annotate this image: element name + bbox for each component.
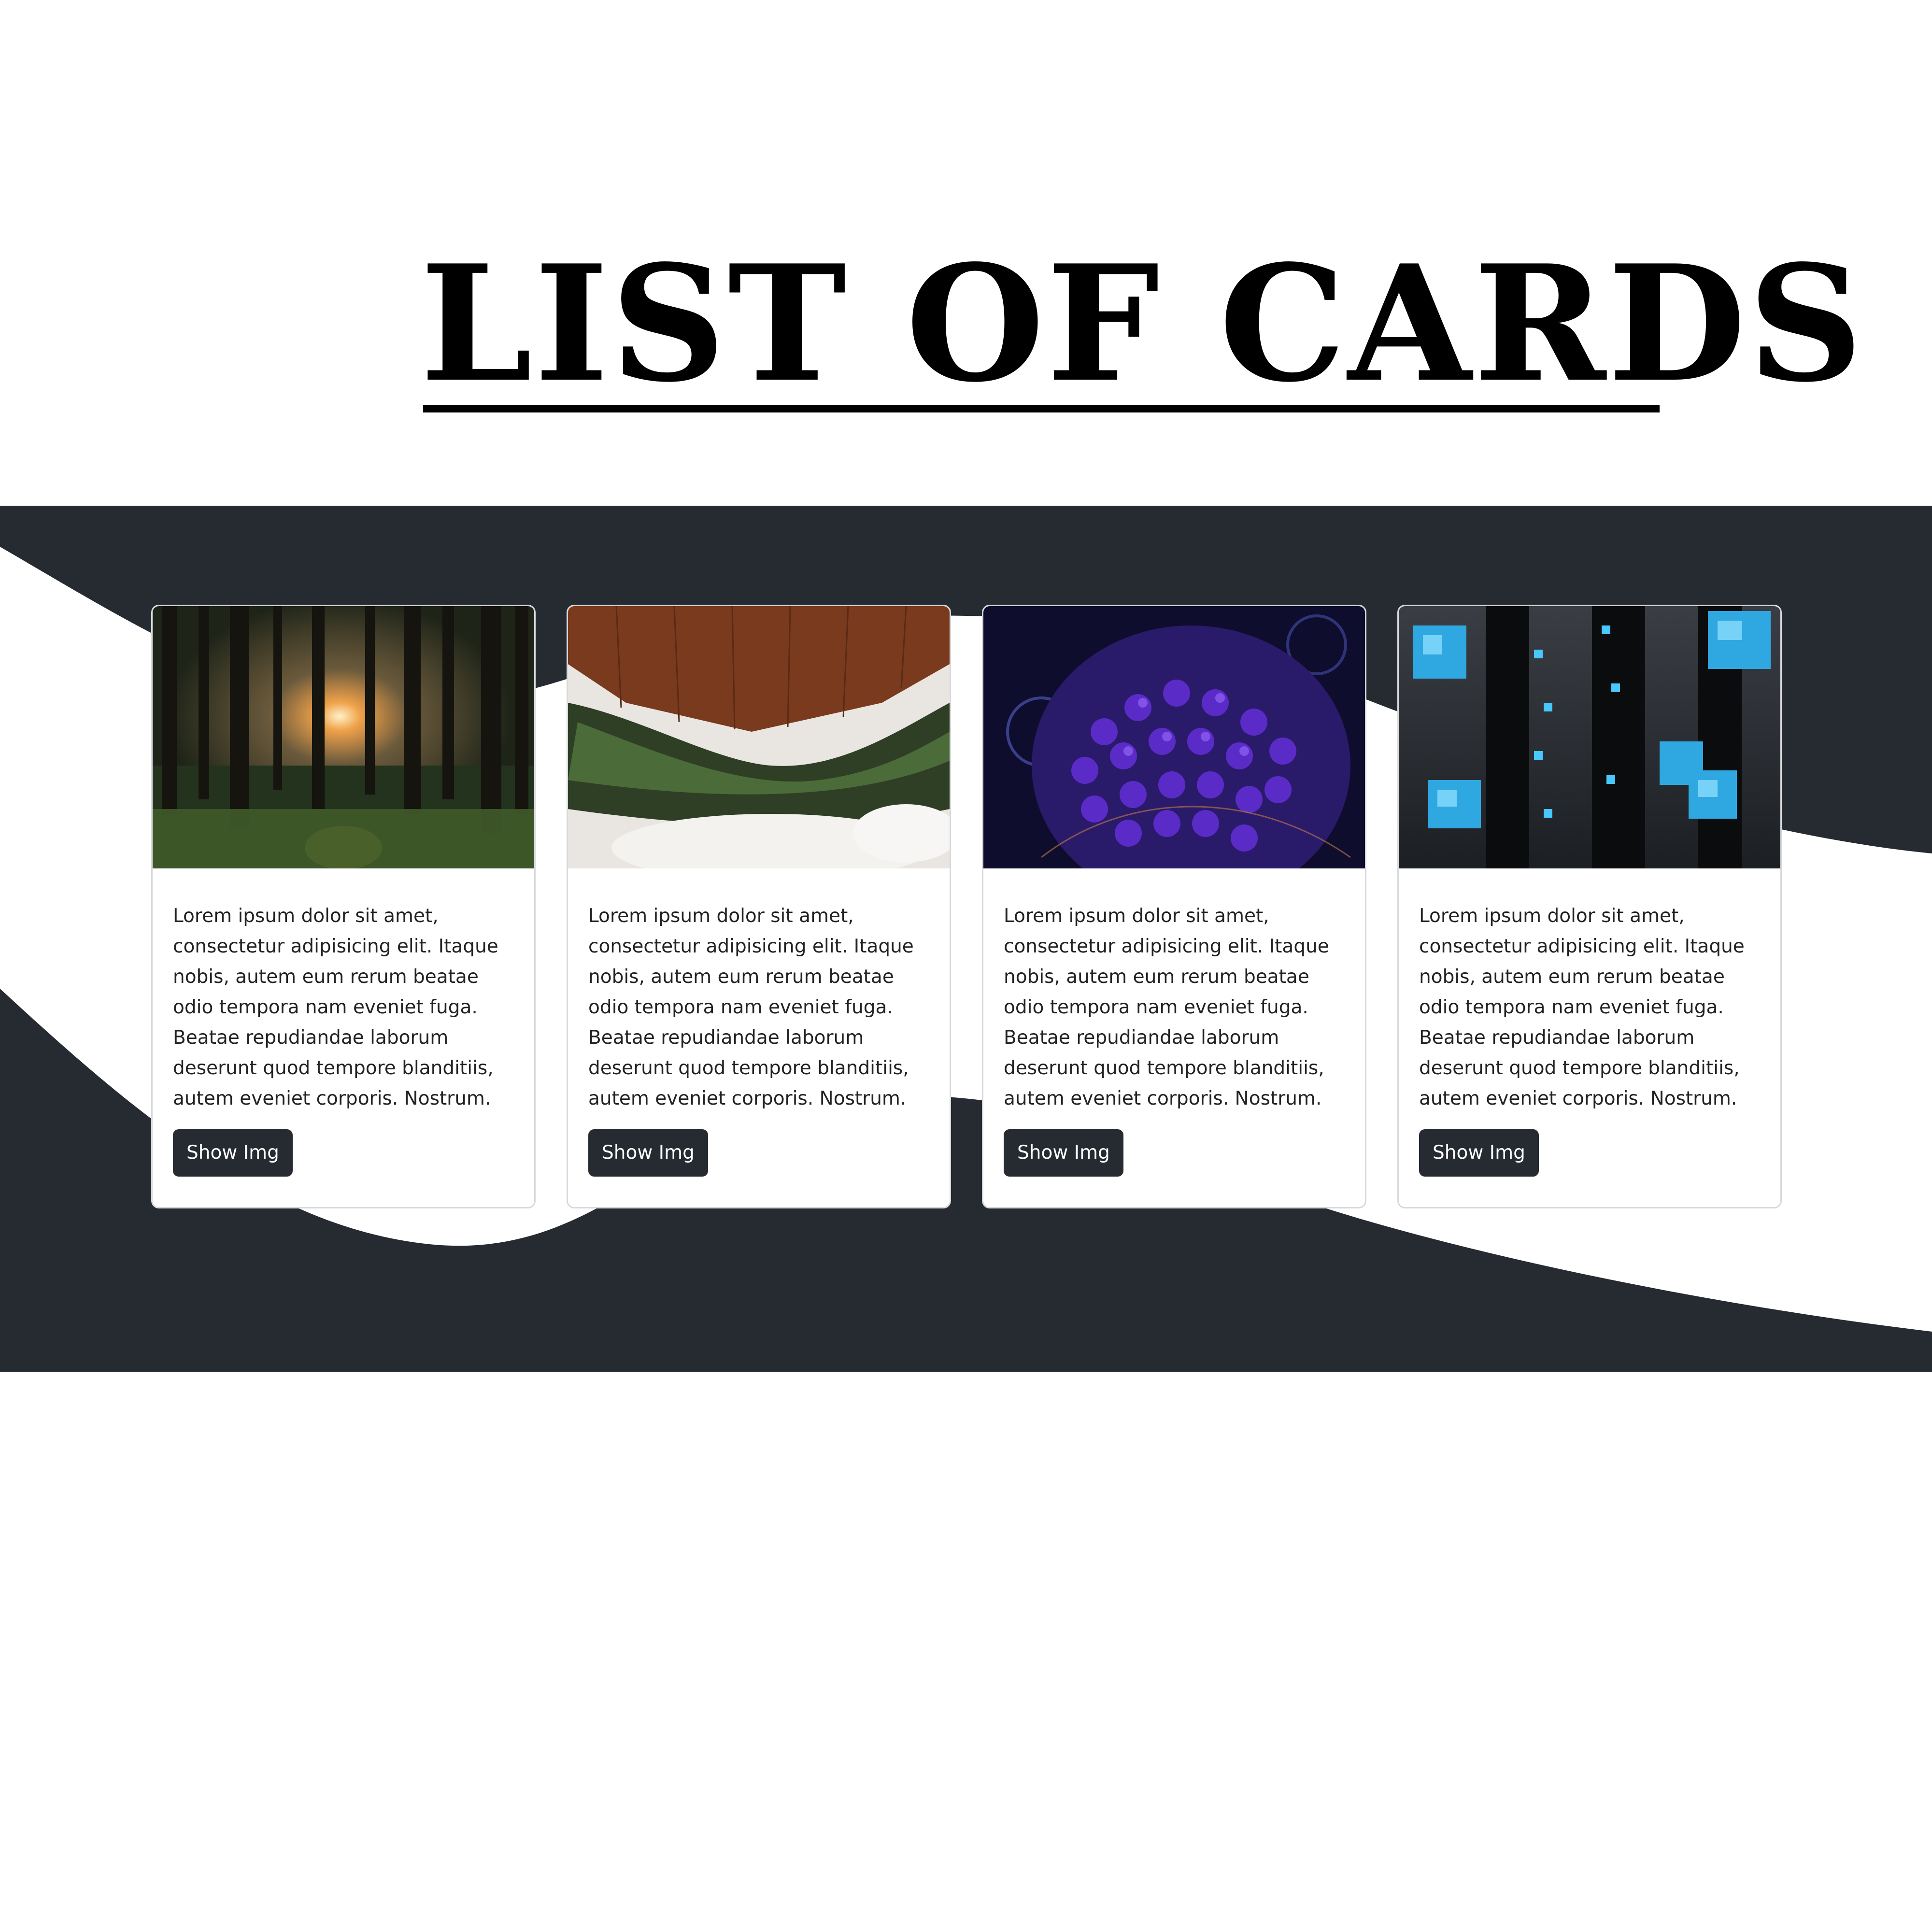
title-underline	[423, 405, 1660, 412]
show-img-button[interactable]: Show Img	[173, 1129, 293, 1177]
show-img-button[interactable]: Show Img	[1004, 1129, 1123, 1177]
header-section: LIST OF CARDS	[0, 0, 1932, 506]
card: Lorem ipsum dolor sit amet, consectetur …	[1397, 605, 1782, 1208]
card-text: Lorem ipsum dolor sit amet, consectetur …	[1419, 905, 1745, 1109]
show-img-button[interactable]: Show Img	[588, 1129, 708, 1177]
forest-sunrise-image	[153, 606, 534, 868]
card-text: Lorem ipsum dolor sit amet, consectetur …	[588, 905, 914, 1109]
show-img-button[interactable]: Show Img	[1419, 1129, 1539, 1177]
purple-geodesic-sphere-image	[983, 606, 1365, 868]
card: Lorem ipsum dolor sit amet, consectetur …	[982, 605, 1366, 1208]
card-text: Lorem ipsum dolor sit amet, consectetur …	[1004, 905, 1329, 1109]
card: Lorem ipsum dolor sit amet, consectetur …	[151, 605, 536, 1208]
page: LIST OF CARDS Lorem ipsum dolor sit amet…	[0, 0, 1932, 1932]
pine-branches-snow-image	[568, 606, 950, 868]
blue-cubes-image	[1399, 606, 1780, 868]
card-text: Lorem ipsum dolor sit amet, consectetur …	[173, 905, 498, 1109]
card: Lorem ipsum dolor sit amet, consectetur …	[567, 605, 951, 1208]
card-list: Lorem ipsum dolor sit amet, consectetur …	[151, 605, 1782, 1208]
page-title: LIST OF CARDS	[420, 230, 1865, 417]
